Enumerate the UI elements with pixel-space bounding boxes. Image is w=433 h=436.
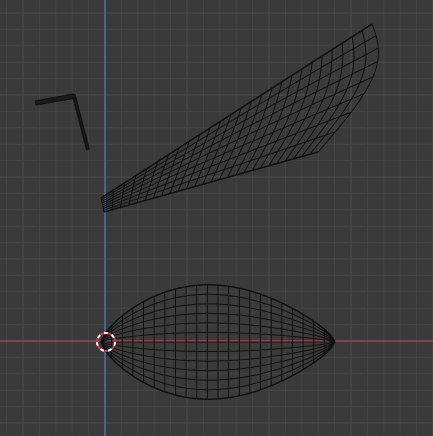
- 3d-viewport[interactable]: [0, 0, 433, 436]
